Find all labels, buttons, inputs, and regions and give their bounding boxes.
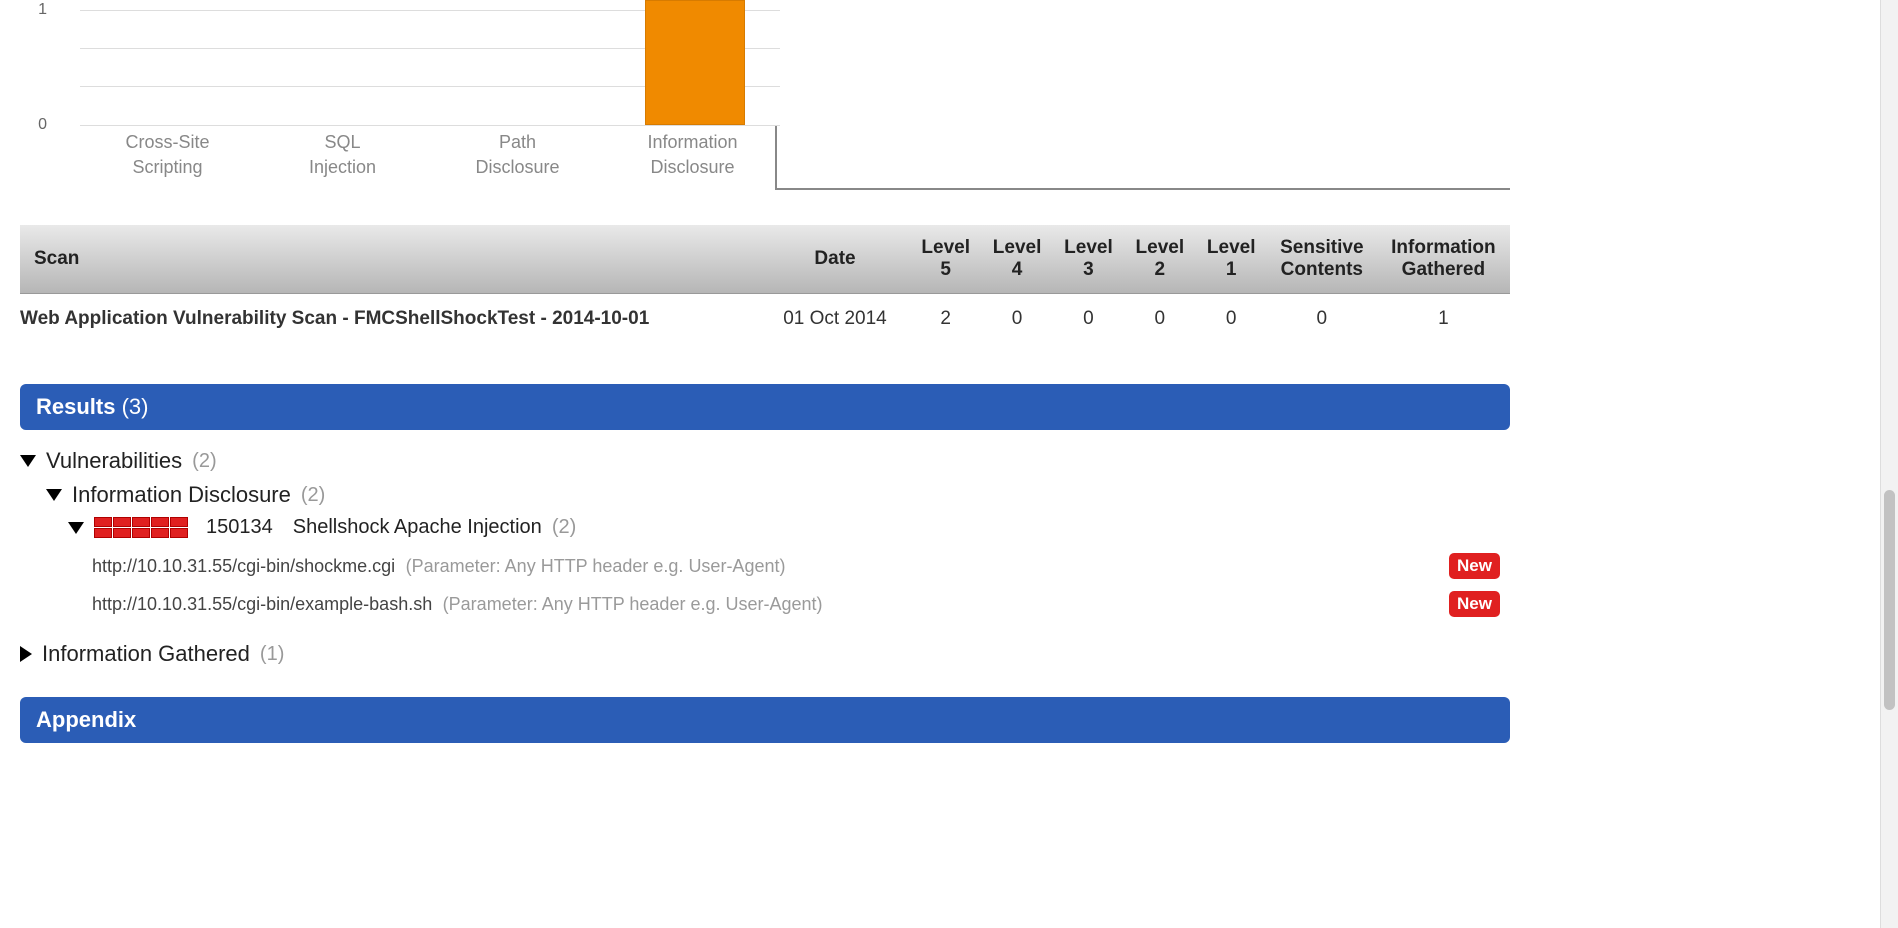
chevron-down-icon — [68, 522, 84, 534]
new-badge: New — [1449, 591, 1500, 617]
vertical-scrollbar[interactable] — [1880, 0, 1898, 928]
cell-level5: 2 — [910, 294, 981, 345]
vulnerabilities-count: (2) — [192, 450, 216, 473]
vuln-title: Shellshock Apache Injection — [293, 516, 542, 539]
xcat-cross-site-scripting: Cross-SiteScripting — [80, 130, 255, 180]
cell-scan-name: Web Application Vulnerability Scan - FMC… — [20, 294, 760, 345]
bar-information-disclosure — [645, 0, 745, 125]
cell-level2: 0 — [1124, 294, 1195, 345]
cell-level1: 0 — [1196, 294, 1267, 345]
table-header-row: Scan Date Level5 Level4 Level3 Level2 Le… — [20, 225, 1510, 294]
xcat-sql-injection: SQLInjection — [255, 130, 430, 180]
info-disclosure-count: (2) — [301, 484, 325, 507]
finding-param: (Parameter: Any HTTP header e.g. User-Ag… — [406, 556, 786, 576]
chart-x-labels: Cross-SiteScripting SQLInjection PathDis… — [80, 130, 780, 180]
vulnerabilities-group[interactable]: Vulnerabilities (2) — [20, 448, 1510, 474]
xcat-path-disclosure: PathDisclosure — [430, 130, 605, 180]
appendix-title: Appendix — [36, 707, 136, 732]
scroll-thumb[interactable] — [1884, 490, 1895, 710]
ytick-0: 0 — [7, 116, 47, 134]
info-disclosure-group[interactable]: Information Disclosure (2) — [20, 482, 1510, 508]
finding-url: http://10.10.31.55/cgi-bin/shockme.cgi — [92, 556, 395, 576]
cell-level3: 0 — [1053, 294, 1124, 345]
vuln-category-chart: 0 1 Cross-SiteScripting SQLInjection Pat… — [20, 0, 755, 180]
side-panel — [775, 0, 1510, 190]
ytick-1: 1 — [7, 1, 47, 19]
finding-param: (Parameter: Any HTTP header e.g. User-Ag… — [443, 594, 823, 614]
cell-scan-date: 01 Oct 2014 — [760, 294, 910, 345]
cell-level4: 0 — [981, 294, 1052, 345]
info-disclosure-title: Information Disclosure — [72, 482, 291, 508]
vuln-id: 150134 — [206, 516, 273, 539]
th-level4: Level4 — [981, 225, 1052, 294]
cell-info: 1 — [1377, 294, 1510, 345]
severity-level5-icon — [94, 517, 188, 538]
info-gathered-count: (1) — [260, 643, 284, 666]
vuln-count: (2) — [552, 516, 576, 539]
th-level5: Level5 — [910, 225, 981, 294]
info-gathered-title: Information Gathered — [42, 641, 250, 667]
chevron-down-icon — [20, 455, 36, 467]
scan-summary-table: Scan Date Level5 Level4 Level3 Level2 Le… — [20, 225, 1510, 344]
finding-url: http://10.10.31.55/cgi-bin/example-bash.… — [92, 594, 432, 614]
table-row: Web Application Vulnerability Scan - FMC… — [20, 294, 1510, 345]
th-scan: Scan — [20, 225, 760, 294]
results-section-header[interactable]: Results (3) — [20, 384, 1510, 430]
appendix-section-header[interactable]: Appendix — [20, 697, 1510, 743]
chevron-right-icon — [20, 646, 32, 662]
chevron-down-icon — [46, 489, 62, 501]
finding-row[interactable]: http://10.10.31.55/cgi-bin/shockme.cgi (… — [92, 547, 1510, 585]
th-level1: Level1 — [1196, 225, 1267, 294]
th-level3: Level3 — [1053, 225, 1124, 294]
results-count: (3) — [122, 394, 149, 419]
th-date: Date — [760, 225, 910, 294]
vulnerabilities-title: Vulnerabilities — [46, 448, 182, 474]
th-level2: Level2 — [1124, 225, 1195, 294]
vulnerability-item[interactable]: 150134 Shellshock Apache Injection (2) — [20, 516, 1510, 539]
xcat-information-disclosure: InformationDisclosure — [605, 130, 780, 180]
info-gathered-group[interactable]: Information Gathered (1) — [20, 641, 1510, 667]
cell-sensitive: 0 — [1267, 294, 1377, 345]
finding-row[interactable]: http://10.10.31.55/cgi-bin/example-bash.… — [92, 585, 1510, 623]
chart-plot-area — [80, 0, 780, 125]
th-sensitive: SensitiveContents — [1267, 225, 1377, 294]
new-badge: New — [1449, 553, 1500, 579]
results-title: Results — [36, 394, 115, 419]
th-info-gathered: InformationGathered — [1377, 225, 1510, 294]
